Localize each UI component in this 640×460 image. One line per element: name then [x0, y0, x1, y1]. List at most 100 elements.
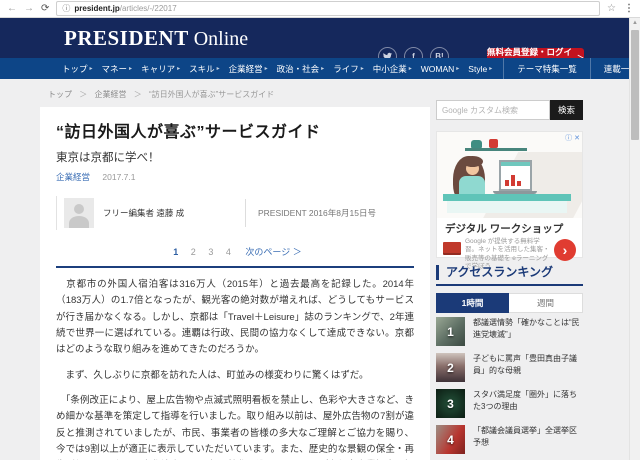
- author-row: フリー編集者 遠藤 成 PRESIDENT 2016年8月15日号: [56, 196, 414, 230]
- ranking-item-2[interactable]: 2 子どもに罵声「豊田真由子議員」的な母親: [436, 353, 583, 382]
- nav-link-theme-list[interactable]: テーマ特集一覧: [503, 58, 590, 79]
- article-card: “訪日外国人が喜ぶ”サービスガイド 東京は京都に学べ！ 企業経営 2017.7.…: [40, 107, 430, 460]
- nav-label: マネー: [102, 63, 128, 75]
- chevron-down-icon: ▸: [361, 65, 364, 72]
- ad-cta-button[interactable]: ›: [554, 239, 576, 261]
- avatar-shoulders-icon: [69, 216, 89, 228]
- page-number-3[interactable]: 3: [208, 247, 213, 257]
- address-bar[interactable]: ⓘ president.jp/articles/-/22017: [56, 1, 600, 16]
- ad-banner[interactable]: ⓘ✕ デジタル ワークショップ Google が提供する無料学習。ネットを活用し…: [436, 131, 583, 258]
- chevron-down-icon: ▸: [129, 65, 132, 72]
- tab-weekly[interactable]: 週間: [509, 293, 583, 313]
- custom-search: 検索: [436, 100, 583, 120]
- page-scrollbar[interactable]: ▲: [629, 18, 640, 460]
- nav-item-management[interactable]: 企業経営▸: [229, 63, 268, 75]
- page-number-4[interactable]: 4: [226, 247, 231, 257]
- site-header: PRESIDENTOnline f B! 無料会員登録・ログイン ＞: [0, 18, 629, 58]
- section-divider: [56, 266, 414, 268]
- nav-item-politics[interactable]: 政治・社会▸: [277, 63, 325, 75]
- rank-number: 2: [436, 353, 465, 382]
- browser-menu-icon[interactable]: ⋮: [624, 3, 634, 14]
- nav-label: 政治・社会: [277, 63, 320, 75]
- nav-item-life[interactable]: ライフ▸: [333, 63, 364, 75]
- chevron-right-icon: ＞: [293, 247, 302, 257]
- avatar-head-icon: [74, 204, 84, 214]
- ranking-item-title: 「都議会議員選挙」全選挙区予想: [473, 425, 583, 454]
- nav-label: WOMAN: [421, 64, 455, 74]
- nav-item-money[interactable]: マネー▸: [102, 63, 133, 75]
- breadcrumb-separator: ＞: [134, 90, 142, 99]
- nav-label: 企業経営: [229, 63, 263, 75]
- woman-hair-top-illustration: [462, 156, 483, 167]
- ranking-item-4[interactable]: 4 「都議会議員選挙」全選挙区予想: [436, 425, 583, 454]
- chevron-down-icon: ▸: [217, 65, 220, 72]
- article-body: 京都市の外国人宿泊客は316万人（2015年）と過去最高を記録した。2014年（…: [56, 277, 414, 460]
- ad-close-icon[interactable]: ✕: [574, 135, 580, 142]
- breadcrumb-category[interactable]: 企業経営: [94, 90, 126, 99]
- page-info-icon[interactable]: ⓘ: [62, 3, 70, 14]
- scrollbar-thumb[interactable]: [631, 30, 639, 140]
- nav-label: ライフ: [333, 63, 359, 75]
- laptop-screen-header: [501, 162, 530, 166]
- ranking-title: アクセスランキング: [436, 265, 583, 280]
- nav-item-career[interactable]: キャリア▸: [141, 63, 180, 75]
- magazine-source: PRESIDENT 2016年8月15日号: [258, 207, 376, 219]
- nav-label: 中小企業: [373, 63, 407, 75]
- category-link[interactable]: 企業経営: [56, 172, 90, 182]
- search-input[interactable]: [436, 100, 550, 120]
- page-number-2[interactable]: 2: [191, 247, 196, 257]
- nav-label: スキル: [189, 63, 215, 75]
- ad-info-icon[interactable]: ⓘ: [565, 135, 572, 142]
- bookmark-star-icon[interactable]: ☆: [607, 3, 616, 14]
- back-icon[interactable]: ←: [7, 4, 17, 14]
- ranking-item-3[interactable]: 3 スタバ満足度「圏外」に落ちた3つの理由: [436, 389, 583, 418]
- publish-date: 2017.7.1: [102, 172, 135, 182]
- paragraph: 京都市の外国人宿泊客は316万人（2015年）と過去最高を記録した。2014年（…: [56, 277, 414, 359]
- nav-link-group: テーマ特集一覧 連載一覧 著者一覧: [503, 58, 640, 79]
- article-meta: 企業経営 2017.7.1: [56, 171, 414, 183]
- chevron-down-icon: ▸: [489, 65, 492, 72]
- forward-icon[interactable]: →: [24, 4, 34, 14]
- shelf-illustration: [465, 148, 527, 151]
- paragraph: 「条例改正により、屋上広告物や点滅式照明看板を禁止し、色彩や大きさなど、きめ細か…: [56, 393, 414, 460]
- ranking-item-1[interactable]: 1 都議選情勢「確かなことは“民進党壊滅”」: [436, 317, 583, 346]
- pagination: 1 2 3 4 次のページ ＞: [56, 245, 414, 258]
- url-path: /articles/-/22017: [120, 4, 177, 13]
- search-button[interactable]: 検索: [550, 100, 583, 120]
- chevron-down-icon: ▸: [90, 65, 93, 72]
- woman-torso-illustration: [459, 176, 485, 194]
- site-logo[interactable]: PRESIDENTOnline: [64, 26, 248, 51]
- next-page-label: 次のページ: [245, 247, 290, 257]
- thumbnail: 4: [436, 425, 465, 454]
- scrollbar-up-icon[interactable]: ▲: [630, 18, 640, 28]
- nav-item-woman[interactable]: WOMAN▸: [421, 64, 460, 74]
- thumbnail: 1: [436, 317, 465, 346]
- url-host: president.jp: [74, 4, 119, 13]
- ranking-item-title: スタバ満足度「圏外」に落ちた3つの理由: [473, 389, 583, 418]
- ranking-list: 1 都議選情勢「確かなことは“民進党壊滅”」 2 子どもに罵声「豊田真由子議員」…: [436, 317, 583, 460]
- ranking-item-title: 都議選情勢「確かなことは“民進党壊滅”」: [473, 317, 583, 346]
- tab-1hour[interactable]: 1時間: [436, 293, 509, 313]
- teapot-illustration: [471, 140, 482, 148]
- ad-logo: [443, 242, 461, 253]
- rank-number: 4: [436, 425, 465, 454]
- avatar: [64, 198, 94, 228]
- nav-item-style[interactable]: Style▸: [468, 64, 492, 74]
- chevron-down-icon: ▸: [456, 65, 459, 72]
- refresh-icon[interactable]: ⟳: [41, 4, 49, 14]
- breadcrumb-separator: ＞: [79, 90, 87, 99]
- ranking-item-title: 子どもに罵声「豊田真由子議員」的な母親: [473, 353, 583, 382]
- nav-item-sme[interactable]: 中小企業▸: [373, 63, 412, 75]
- author-name: フリー編集者 遠藤 成: [103, 207, 233, 219]
- thumbnail: 2: [436, 353, 465, 382]
- logo-president: PRESIDENT: [64, 26, 189, 50]
- breadcrumb-top[interactable]: トップ: [48, 90, 72, 99]
- nav-item-top[interactable]: トップ▸: [62, 63, 93, 75]
- ad-title: デジタル ワークショップ: [445, 221, 574, 236]
- nav-item-skill[interactable]: スキル▸: [189, 63, 220, 75]
- divider: [245, 199, 246, 227]
- main-nav: トップ▸ マネー▸ キャリア▸ スキル▸ 企業経営▸ 政治・社会▸ ライフ▸ 中…: [0, 58, 629, 79]
- next-page-link[interactable]: 次のページ ＞: [245, 247, 301, 257]
- breadcrumb-current: “訪日外国人が喜ぶ”サービスガイド: [149, 90, 274, 99]
- page-title: “訪日外国人が喜ぶ”サービスガイド: [56, 118, 414, 142]
